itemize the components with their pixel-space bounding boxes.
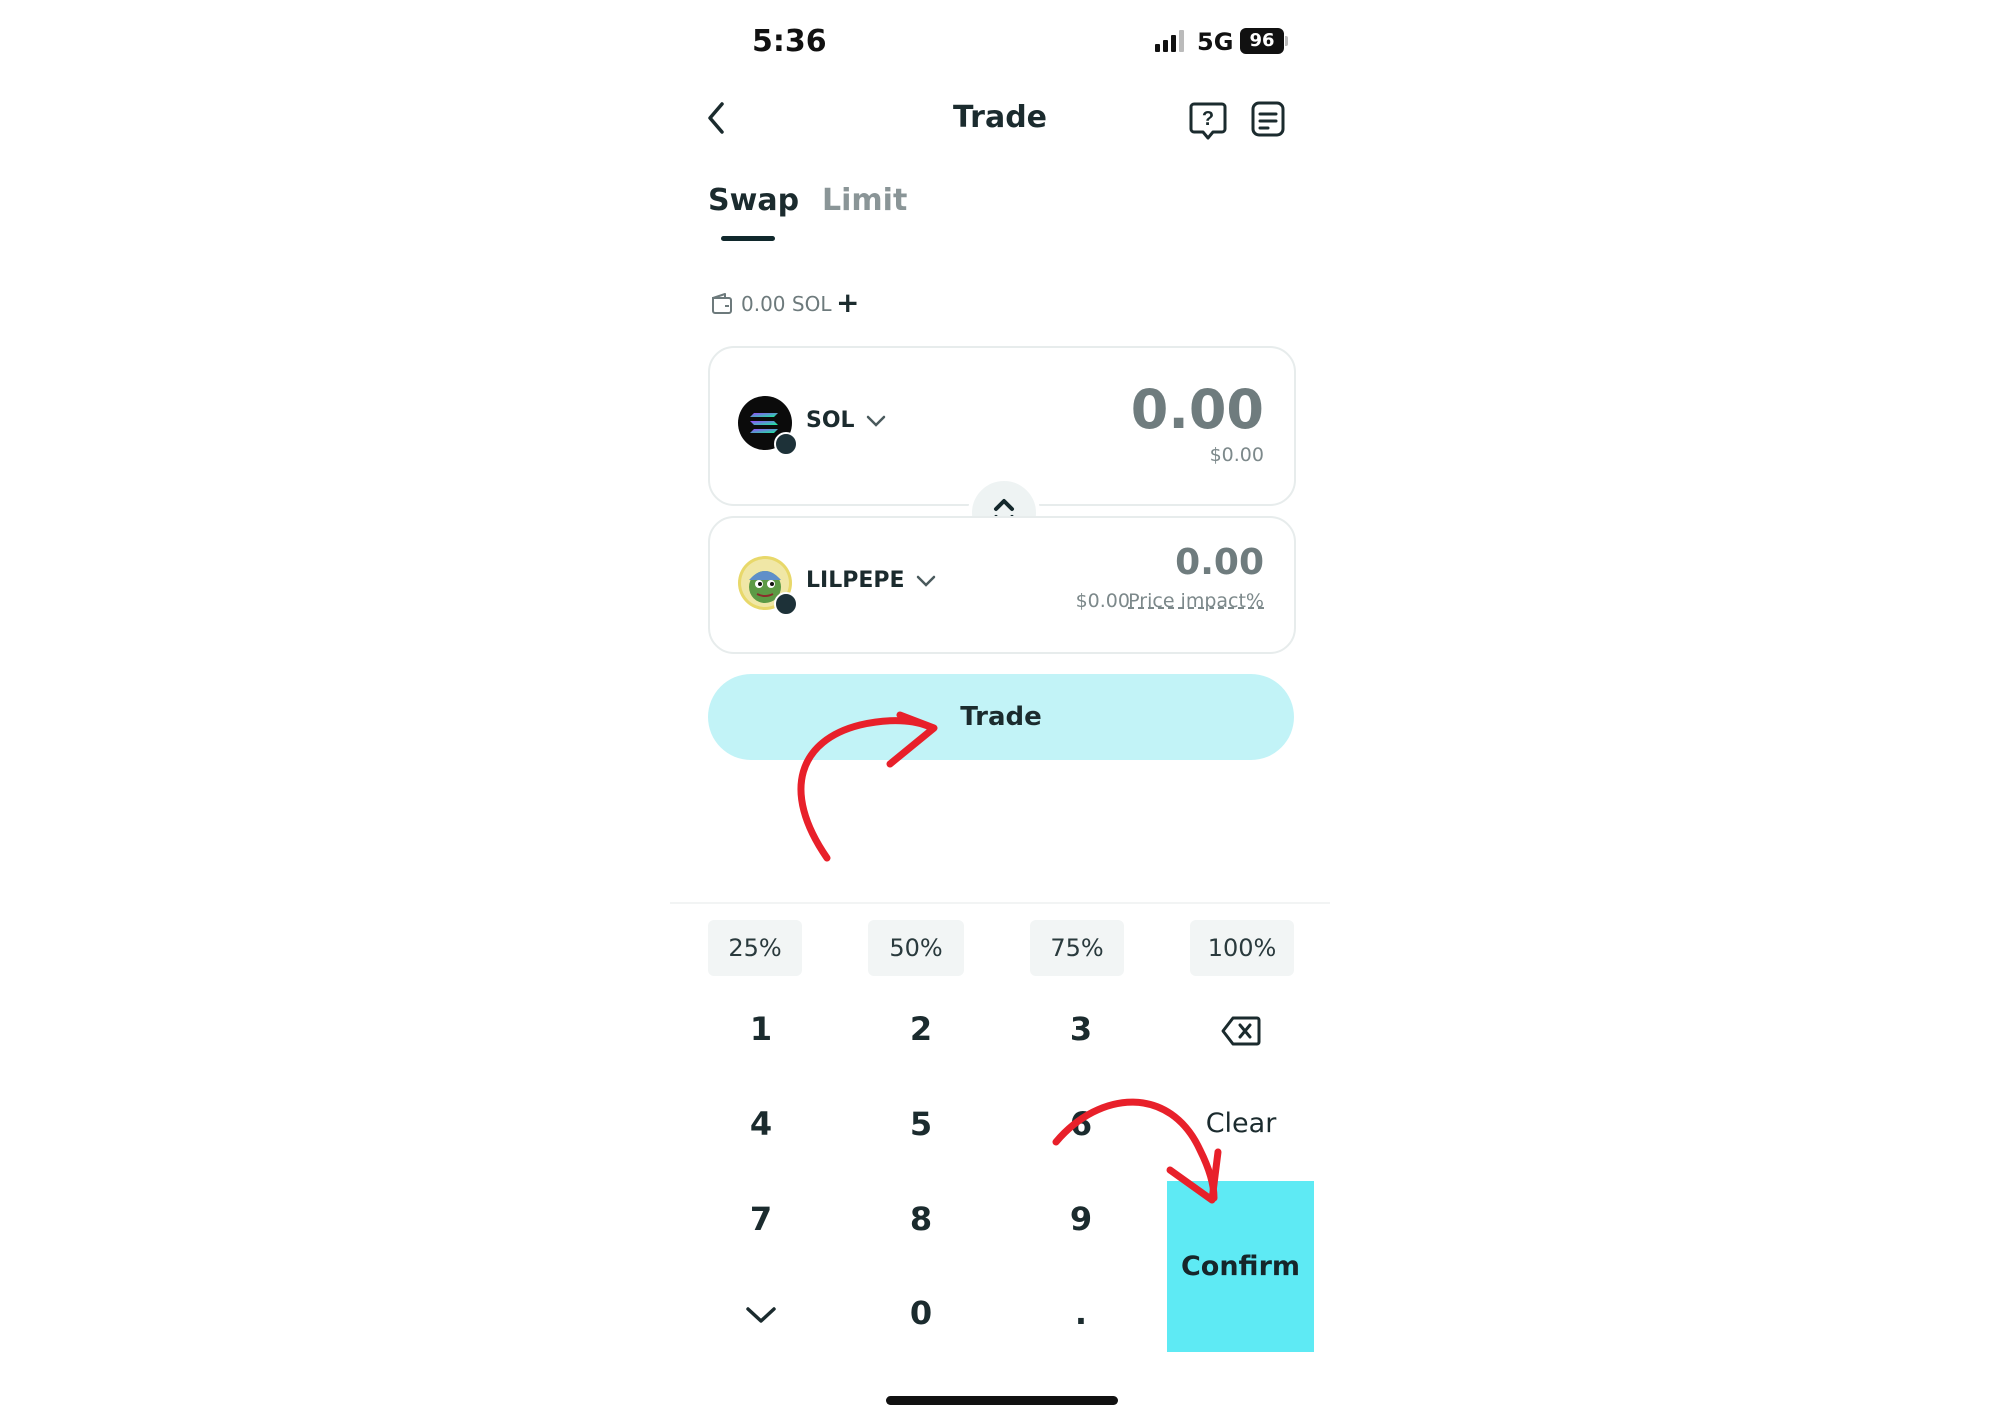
confirm-button[interactable]: Confirm: [1167, 1181, 1314, 1352]
tab-limit[interactable]: Limit: [822, 183, 907, 218]
percent-25-button[interactable]: 25%: [708, 920, 802, 976]
key-6[interactable]: 6: [1021, 1094, 1141, 1154]
history-icon[interactable]: [1250, 100, 1286, 138]
key-4[interactable]: 4: [701, 1094, 821, 1154]
key-0[interactable]: 0: [861, 1283, 981, 1343]
battery-tip: [1285, 36, 1288, 46]
to-token-symbol: LILPEPE: [806, 568, 905, 593]
help-icon[interactable]: ?: [1188, 100, 1228, 140]
key-8[interactable]: 8: [861, 1189, 981, 1249]
key-2[interactable]: 2: [861, 999, 981, 1059]
backspace-icon: [1221, 1016, 1261, 1046]
key-9[interactable]: 9: [1021, 1189, 1141, 1249]
percent-50-button[interactable]: 50%: [868, 920, 964, 976]
status-time: 5:36: [752, 24, 827, 59]
from-token-selector[interactable]: SOL: [806, 408, 889, 433]
from-usd-value: $0.00: [1209, 444, 1264, 466]
key-1[interactable]: 1: [701, 999, 821, 1059]
collapse-keyboard-key[interactable]: [701, 1283, 821, 1343]
network-type: 5G: [1197, 28, 1234, 56]
collapse-keyboard-icon: [746, 1307, 776, 1323]
solana-network-badge: [774, 592, 798, 616]
add-funds-button[interactable]: +: [836, 286, 859, 319]
solana-network-badge: [774, 432, 798, 456]
home-indicator: [886, 1396, 1118, 1405]
keypad-divider: [670, 902, 1330, 904]
tab-swap[interactable]: Swap: [708, 183, 799, 218]
trade-button[interactable]: Trade: [708, 674, 1294, 760]
chevron-down-icon: [916, 575, 935, 587]
key-5[interactable]: 5: [861, 1094, 981, 1154]
to-token-selector[interactable]: LILPEPE: [806, 568, 939, 593]
from-token-symbol: SOL: [806, 408, 855, 433]
key-7[interactable]: 7: [701, 1189, 821, 1249]
to-usd-value: $0.00: [1075, 590, 1130, 612]
percent-75-button[interactable]: 75%: [1030, 920, 1124, 976]
percent-100-button[interactable]: 100%: [1190, 920, 1294, 976]
wallet-balance: 0.00 SOL: [741, 292, 832, 316]
chevron-down-icon: [866, 415, 885, 427]
key-decimal[interactable]: .: [1021, 1283, 1141, 1343]
svg-text:?: ?: [1202, 108, 1214, 130]
to-token-card: LILPEPE 0.00 $0.00 Price impact%: [708, 516, 1296, 654]
signal-strength-icon: [1155, 30, 1184, 52]
to-amount-value: 0.00: [1175, 542, 1264, 583]
battery-level: 96: [1240, 28, 1284, 54]
wallet-icon: [712, 293, 732, 314]
key-3[interactable]: 3: [1021, 999, 1141, 1059]
page-title: Trade: [952, 100, 1048, 135]
backspace-key[interactable]: [1181, 999, 1301, 1059]
active-tab-indicator: [721, 236, 775, 241]
price-impact-link[interactable]: Price impact%: [1128, 590, 1264, 612]
from-amount-input[interactable]: 0.00: [1131, 378, 1264, 441]
clear-key[interactable]: Clear: [1181, 1094, 1301, 1154]
